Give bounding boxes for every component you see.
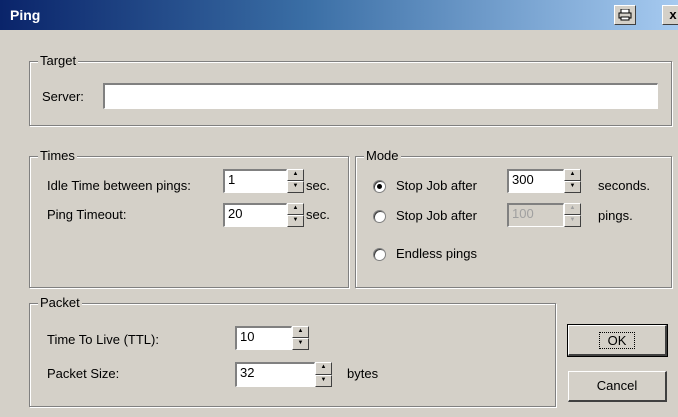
idle-time-input[interactable]: 1 [223, 169, 287, 193]
chevron-up-icon[interactable]: ▲ [287, 203, 304, 215]
ok-button[interactable]: OK [567, 324, 668, 357]
idle-time-spinner[interactable]: ▲ ▼ [287, 169, 304, 193]
chevron-down-icon[interactable]: ▼ [315, 374, 332, 387]
ping-dialog: Ping x Target Server: Times Idle Time be… [0, 0, 678, 417]
seconds-unit-label: seconds. [598, 178, 651, 193]
ping-timeout-spinner[interactable]: ▲ ▼ [287, 203, 304, 227]
chevron-up-icon: ▲ [564, 203, 581, 215]
ping-timeout-label: Ping Timeout: [47, 207, 127, 222]
idle-time-label: Idle Time between pings: [47, 178, 191, 193]
timeout-unit-label: sec. [306, 207, 330, 222]
endless-pings-label: Endless pings [396, 246, 477, 261]
cancel-button[interactable]: Cancel [568, 371, 667, 402]
window-title: Ping [10, 7, 41, 23]
ping-timeout-input[interactable]: 20 [223, 203, 287, 227]
chevron-down-icon[interactable]: ▼ [287, 215, 304, 227]
stop-pings-spinner: ▲ ▼ [564, 203, 581, 227]
printer-icon[interactable] [614, 5, 636, 25]
chevron-down-icon: ▼ [564, 215, 581, 227]
chevron-down-icon[interactable]: ▼ [287, 181, 304, 193]
pings-unit-label: pings. [598, 208, 633, 223]
endless-pings-radio[interactable] [373, 248, 386, 261]
idle-unit-label: sec. [306, 178, 330, 193]
ttl-spinner[interactable]: ▲ ▼ [292, 326, 309, 350]
packet-size-label: Packet Size: [47, 366, 120, 381]
target-group: Target Server: [29, 53, 672, 126]
times-legend: Times [38, 148, 77, 163]
stop-after-seconds-radio[interactable] [373, 180, 386, 193]
server-label: Server: [42, 89, 84, 104]
bytes-unit-label: bytes [347, 366, 379, 381]
chevron-down-icon[interactable]: ▼ [292, 338, 309, 350]
packet-legend: Packet [38, 295, 82, 310]
stop-seconds-spinner[interactable]: ▲ ▼ [564, 169, 581, 193]
chevron-up-icon[interactable]: ▲ [315, 362, 332, 375]
close-icon[interactable]: x [662, 5, 678, 25]
mode-legend: Mode [364, 148, 401, 163]
chevron-down-icon[interactable]: ▼ [564, 181, 581, 193]
chevron-up-icon[interactable]: ▲ [292, 326, 309, 338]
stop-pings-input: 100 [507, 203, 564, 227]
packet-size-input[interactable]: 32 [235, 362, 315, 387]
cancel-button-label: Cancel [596, 378, 638, 393]
chevron-up-icon[interactable]: ▲ [287, 169, 304, 181]
packet-size-spinner[interactable]: ▲ ▼ [315, 362, 332, 387]
packet-group: Packet Time To Live (TTL): 10 ▲ ▼ Packet… [29, 295, 556, 407]
stop-after-pings-radio[interactable] [373, 210, 386, 223]
target-legend: Target [38, 53, 79, 68]
ttl-input[interactable]: 10 [235, 326, 292, 350]
stop-after-seconds-label: Stop Job after [396, 178, 477, 193]
ok-button-label: OK [598, 332, 636, 349]
server-input[interactable] [103, 83, 658, 109]
chevron-up-icon[interactable]: ▲ [564, 169, 581, 181]
title-bar[interactable]: Ping x [0, 0, 678, 30]
ttl-label: Time To Live (TTL): [47, 332, 159, 347]
times-group: Times Idle Time between pings: 1 ▲ ▼ sec… [29, 148, 349, 288]
stop-seconds-input[interactable]: 300 [507, 169, 564, 193]
mode-group: Mode Stop Job after 300 ▲ ▼ seconds. Sto… [355, 148, 672, 288]
stop-after-pings-label: Stop Job after [396, 208, 477, 223]
